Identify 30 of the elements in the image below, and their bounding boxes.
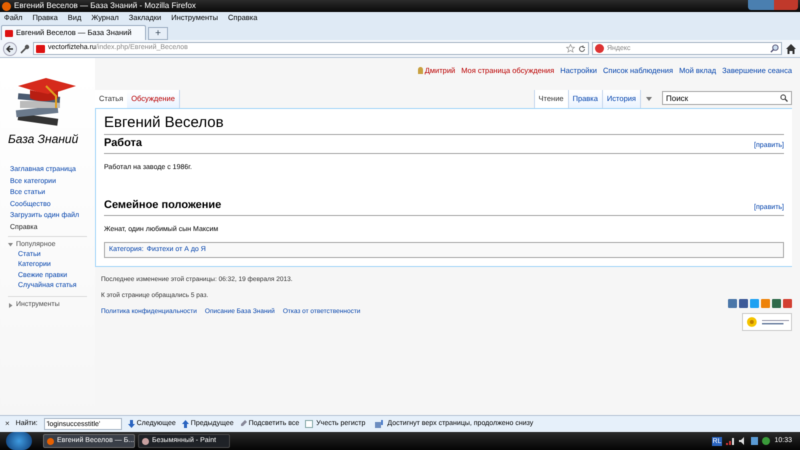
collapsed-arrow-icon[interactable] [8, 302, 13, 308]
reload-icon[interactable] [578, 44, 586, 52]
article-title: Евгений Веселов [104, 113, 784, 135]
pencil-icon [240, 420, 247, 428]
search-icon[interactable] [780, 94, 788, 102]
match-case-checkbox[interactable] [305, 420, 314, 428]
home-icon[interactable] [785, 42, 797, 54]
new-tab-button[interactable]: + [148, 27, 168, 40]
close-find-button[interactable]: × [5, 418, 10, 430]
signal-icon [726, 437, 736, 445]
expanded-arrow-icon[interactable] [8, 242, 13, 247]
wrap-icon [375, 420, 384, 428]
star-icon [566, 44, 575, 53]
monitor-icon[interactable] [751, 437, 758, 445]
mediawiki-badge-drawing[interactable] [742, 313, 792, 331]
start-button[interactable] [6, 432, 32, 450]
wiki-search-box[interactable]: Поиск [662, 91, 792, 105]
down-arrow-icon [128, 420, 135, 428]
section-heading: Семейное положение [104, 198, 222, 213]
back-button[interactable] [3, 42, 17, 56]
wiki-search-field[interactable]: Поиск [666, 92, 780, 104]
dropdown-arrow-icon[interactable] [646, 97, 652, 101]
logo-text: База Знаний [8, 131, 78, 148]
section-heading: Работа [104, 136, 144, 151]
back-arrow-icon[interactable] [6, 44, 14, 52]
key-icon [20, 44, 30, 54]
up-arrow-icon [182, 420, 189, 428]
search-icon[interactable] [770, 44, 779, 53]
window-title: Евгений Веселов — База Знаний - Mozilla Firefox [14, 2, 196, 10]
user-icon [418, 67, 423, 74]
